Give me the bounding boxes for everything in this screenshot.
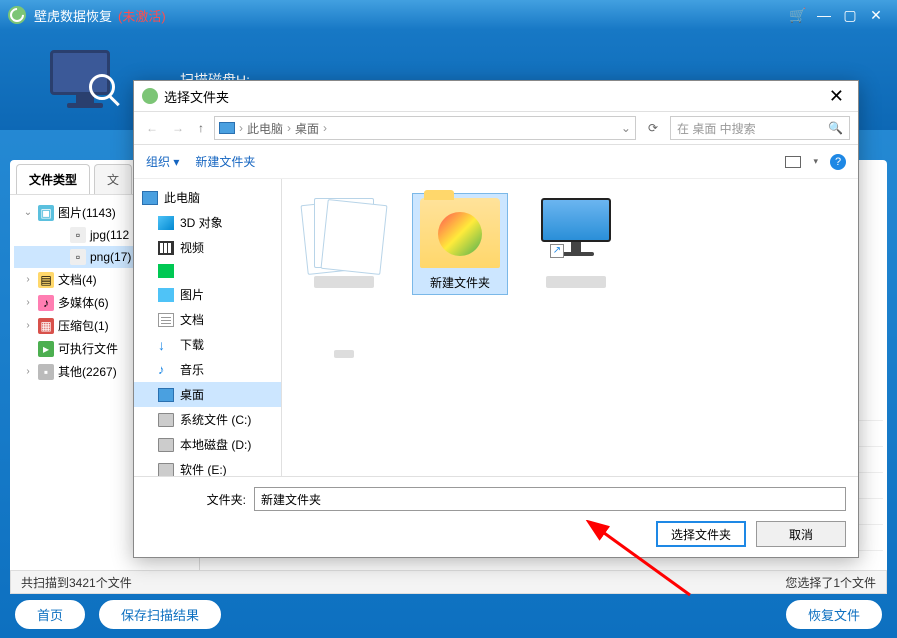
blurred-label xyxy=(314,276,374,288)
dialog-footer: 文件夹: 选择文件夹 取消 xyxy=(134,476,858,557)
nav-back-icon[interactable]: ← xyxy=(142,121,162,135)
dialog-toolbar: 组织 ▾ 新建文件夹 ▾ ? xyxy=(134,145,858,179)
cancel-button[interactable]: 取消 xyxy=(756,521,846,547)
activation-status[interactable]: (未激活) xyxy=(118,6,166,25)
refresh-icon[interactable]: ⟳ xyxy=(642,121,664,135)
sidebar-item-documents[interactable]: 文档 xyxy=(134,307,281,332)
app-logo-icon xyxy=(8,6,26,24)
select-folder-button[interactable]: 选择文件夹 xyxy=(656,521,746,547)
sidebar-item-pictures[interactable]: 图片 xyxy=(134,282,281,307)
tab-other[interactable]: 文 xyxy=(94,164,132,194)
close-icon[interactable]: ✕ xyxy=(863,2,889,28)
status-bar: 共扫描到3421个文件 您选择了1个文件 xyxy=(10,570,887,594)
documents-stack-icon xyxy=(304,198,384,268)
dialog-body: 此电脑 3D 对象 视频 图片 文档 ↓下载 ♪音乐 桌面 系统文件 (C:) … xyxy=(134,179,858,476)
sidebar-item-3d[interactable]: 3D 对象 xyxy=(134,210,281,235)
scan-count: 共扫描到3421个文件 xyxy=(21,574,132,591)
maximize-icon[interactable]: ▢ xyxy=(837,2,863,28)
bottom-button-row: 首页 保存扫描结果 恢复文件 xyxy=(0,598,897,630)
folder-item-new-folder[interactable]: 新建文件夹 xyxy=(412,193,508,295)
recover-button[interactable]: 恢复文件 xyxy=(785,599,883,630)
dialog-app-icon xyxy=(142,88,158,104)
titlebar: 壁虎数据恢复 (未激活) 🛒 — ▢ ✕ xyxy=(0,0,897,30)
search-input[interactable]: 在 桌面 中搜索 🔍 xyxy=(670,116,850,140)
scan-monitor-icon xyxy=(50,50,120,110)
sidebar-item-video[interactable]: 视频 xyxy=(134,235,281,260)
main-window: 壁虎数据恢复 (未激活) 🛒 — ▢ ✕ 扫描磁盘H: 文件类型 文 ⌄▣图片(… xyxy=(0,0,897,638)
crumb-drop-icon[interactable]: ⌄ xyxy=(621,121,631,135)
minimize-icon[interactable]: — xyxy=(811,2,837,28)
tree-label: 其他(2267) xyxy=(58,363,117,380)
folder-item-shortcut[interactable]: ↗ xyxy=(528,193,624,295)
folder-label: 新建文件夹 xyxy=(417,274,503,290)
organize-menu[interactable]: 组织 ▾ xyxy=(146,153,179,170)
sidebar-item-this-pc[interactable]: 此电脑 xyxy=(134,185,281,210)
pc-icon xyxy=(219,122,235,134)
monitor-shortcut-icon: ↗ xyxy=(536,198,616,268)
folder-picker-dialog: 选择文件夹 ✕ ← → ↑ › 此电脑 › 桌面 › ⌄ ⟳ 在 桌面 中搜索 … xyxy=(133,80,859,558)
home-button[interactable]: 首页 xyxy=(14,599,86,630)
search-icon[interactable]: 🔍 xyxy=(828,121,843,135)
dialog-close-icon[interactable]: ✕ xyxy=(823,86,850,107)
nav-forward-icon[interactable]: → xyxy=(168,121,188,135)
app-name: 壁虎数据恢复 xyxy=(34,6,112,25)
dialog-title: 选择文件夹 xyxy=(164,87,229,106)
folder-item-docs[interactable] xyxy=(296,193,392,365)
breadcrumb[interactable]: › 此电脑 › 桌面 › ⌄ xyxy=(214,116,636,140)
dialog-sidebar: 此电脑 3D 对象 视频 图片 文档 ↓下载 ♪音乐 桌面 系统文件 (C:) … xyxy=(134,179,282,476)
save-scan-button[interactable]: 保存扫描结果 xyxy=(98,599,222,630)
tree-label: 图片(1143) xyxy=(58,204,116,221)
nav-up-icon[interactable]: ↑ xyxy=(194,121,208,135)
dialog-content[interactable]: 新建文件夹 ↗ xyxy=(282,179,858,476)
folder-name-label: 文件夹: xyxy=(146,491,246,508)
sidebar-item-drive-c[interactable]: 系统文件 (C:) xyxy=(134,407,281,432)
tree-label: 多媒体(6) xyxy=(58,294,109,311)
sidebar-item-drive-e[interactable]: 软件 (E:) xyxy=(134,457,281,476)
search-placeholder: 在 桌面 中搜索 xyxy=(677,120,756,137)
folder-name-input[interactable] xyxy=(254,487,846,511)
sidebar-item-downloads[interactable]: ↓下载 xyxy=(134,332,281,357)
dialog-titlebar: 选择文件夹 ✕ xyxy=(134,81,858,111)
sidebar-item-drive-d[interactable]: 本地磁盘 (D:) xyxy=(134,432,281,457)
cart-icon[interactable]: 🛒 xyxy=(785,2,811,28)
crumb-root[interactable]: 此电脑 xyxy=(247,120,283,137)
sidebar-item-music[interactable]: ♪音乐 xyxy=(134,357,281,382)
tree-label: png(17) xyxy=(90,250,131,264)
new-folder-button[interactable]: 新建文件夹 xyxy=(195,153,255,170)
help-icon[interactable]: ? xyxy=(830,154,846,170)
blurred-label xyxy=(334,350,354,358)
blurred-label xyxy=(546,276,606,288)
folder-icon xyxy=(420,198,500,268)
tree-label: 压缩包(1) xyxy=(58,317,109,334)
tree-label: jpg(112 xyxy=(90,228,129,242)
tab-file-type[interactable]: 文件类型 xyxy=(16,164,90,194)
tree-label: 可执行文件 xyxy=(58,340,118,357)
sidebar-item-iqiyi[interactable] xyxy=(134,260,281,282)
dialog-nav: ← → ↑ › 此电脑 › 桌面 › ⌄ ⟳ 在 桌面 中搜索 🔍 xyxy=(134,111,858,145)
sidebar-item-desktop[interactable]: 桌面 xyxy=(134,382,281,407)
crumb-current[interactable]: 桌面 xyxy=(295,120,319,137)
tree-label: 文档(4) xyxy=(58,271,97,288)
view-mode-icon[interactable] xyxy=(785,156,801,168)
selection-count: 您选择了1个文件 xyxy=(785,574,876,591)
